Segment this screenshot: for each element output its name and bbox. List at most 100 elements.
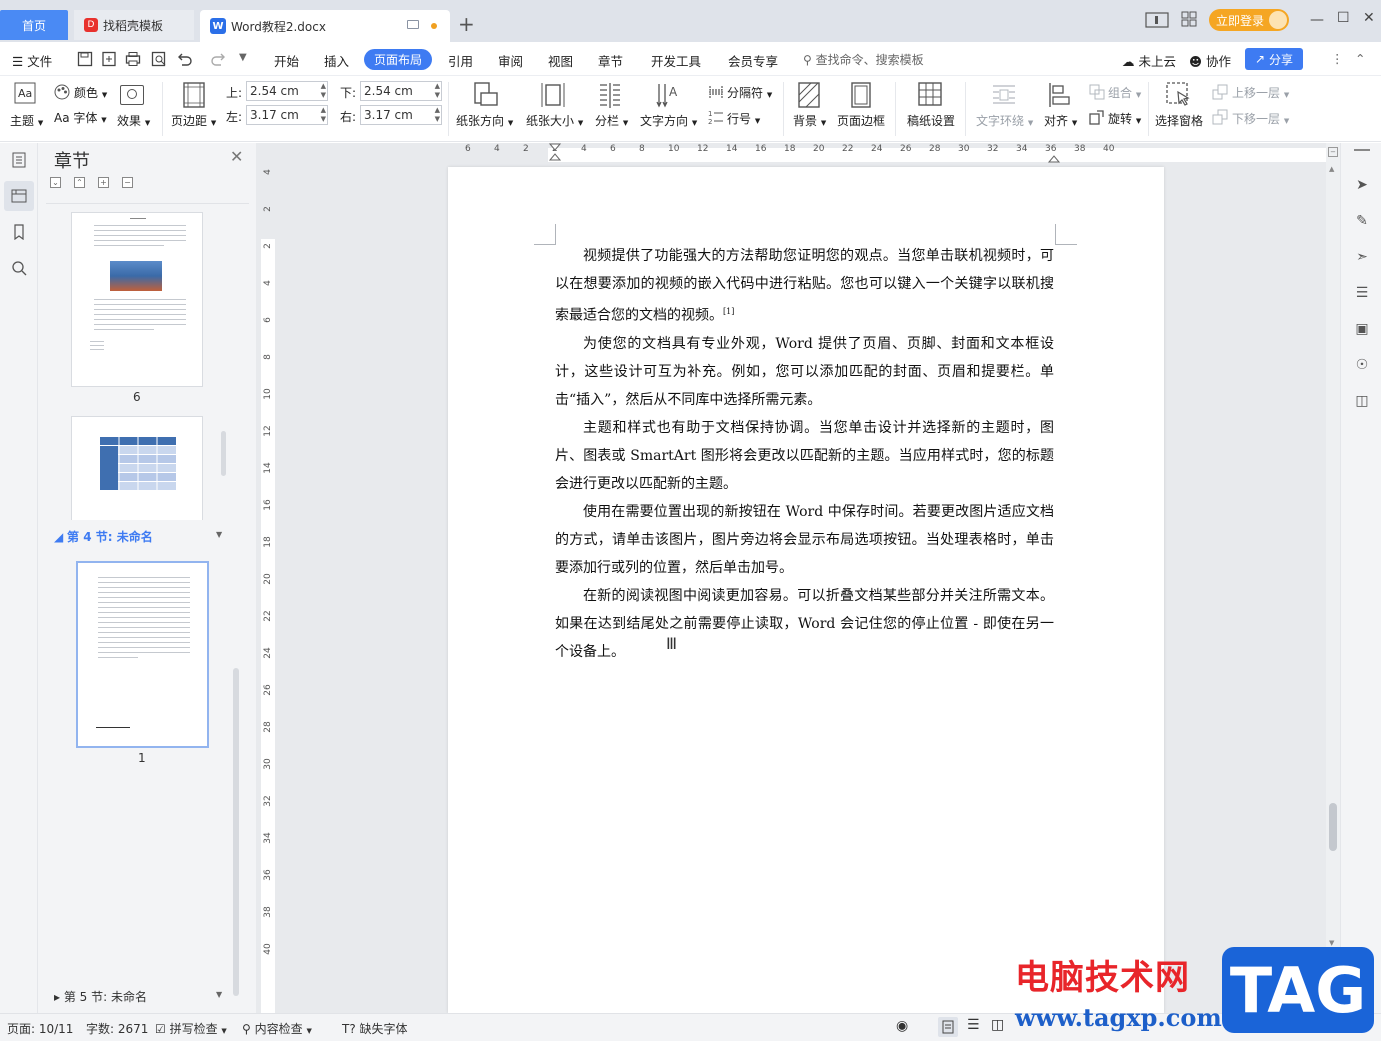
undo-icon[interactable] [176, 51, 192, 67]
tab-references[interactable]: 引用 [448, 51, 473, 70]
spinner-icon[interactable]: ▲ ▼ [321, 106, 326, 124]
eye-protection-icon[interactable]: ◉ [896, 1018, 908, 1034]
colors-palette-icon[interactable] [54, 84, 70, 100]
breaks-icon[interactable] [708, 84, 724, 100]
page-thumbnail[interactable] [71, 212, 203, 387]
selection-pane-icon[interactable] [1166, 82, 1192, 108]
paragraph[interactable]: 视频提供了功能强大的方法帮助您证明您的观点。当您单击联机视频时，可以在想要添加的… [555, 242, 1054, 330]
text-direction-button[interactable]: 文字方向 ▼ [640, 112, 697, 129]
left-margin-input[interactable]: 3.17 cm ▲ ▼ [246, 105, 328, 125]
image-tools-icon[interactable]: ▣ [1352, 319, 1372, 339]
book-icon[interactable]: ◫ [1352, 391, 1372, 411]
manuscript-button[interactable]: 稿纸设置 [907, 112, 955, 129]
selection-pane-button[interactable]: 选择窗格 [1155, 112, 1203, 129]
login-button[interactable]: 立即登录 [1209, 9, 1289, 31]
panel-close-icon[interactable]: ✕ [230, 147, 243, 166]
scroll-up-icon[interactable]: ▲ [1329, 165, 1334, 173]
text-direction-icon[interactable]: A [655, 82, 681, 108]
paragraph[interactable]: 主题和样式也有助于文档保持协调。当您单击设计并选择新的主题时，图片、图表或 Sm… [555, 414, 1054, 498]
chapter-nav-icon[interactable] [4, 181, 34, 211]
pane-handle-icon[interactable] [1354, 149, 1370, 151]
horizontal-ruler[interactable]: 642246810121416182022242628303234363840 [282, 143, 1334, 165]
page-view-icon[interactable] [938, 1017, 958, 1037]
close-icon[interactable]: ✕ [1363, 10, 1375, 26]
tab-insert[interactable]: 插入 [324, 51, 349, 70]
tab-chapter[interactable]: 章节 [598, 51, 623, 70]
columns-icon[interactable] [598, 82, 622, 108]
tab-start[interactable]: 开始 [274, 51, 299, 70]
section-5-header[interactable]: ▸ 第 5 节: 未命名 [54, 988, 147, 1005]
manuscript-icon[interactable] [918, 82, 942, 106]
remove-section-icon[interactable]: − [122, 177, 133, 188]
line-numbers-button[interactable]: 行号 ▼ [727, 110, 760, 127]
tab-review[interactable]: 审阅 [498, 51, 523, 70]
panel-scrollbar[interactable] [233, 668, 239, 996]
right-indent-marker-icon[interactable] [1048, 149, 1060, 163]
export-pdf-icon[interactable] [101, 51, 117, 67]
add-section-icon[interactable]: + [98, 177, 109, 188]
paragraph[interactable]: 在新的阅读视图中阅读更加容易。可以折叠文档某些部分并关注所需文本。如果在达到结尾… [555, 582, 1054, 666]
scrollbar-thumb[interactable] [1329, 803, 1337, 851]
scroll-down-icon[interactable]: ▼ [1329, 939, 1334, 947]
tab-page-layout[interactable]: 页面布局 [364, 49, 432, 70]
page-border-icon[interactable] [851, 82, 871, 108]
section-4-dropdown-icon[interactable]: ▼ [216, 530, 222, 539]
search-icon[interactable] [4, 253, 34, 283]
columns-button[interactable]: 分栏 ▼ [595, 112, 628, 129]
background-button[interactable]: 背景 ▼ [793, 112, 826, 129]
rotate-button[interactable]: 旋转 ▼ [1108, 110, 1141, 127]
document-body[interactable]: 视频提供了功能强大的方法帮助您证明您的观点。当您单击联机视频时，可以在想要添加的… [555, 242, 1054, 666]
spinner-icon[interactable]: ▲ ▼ [435, 82, 440, 100]
right-margin-input[interactable]: 3.17 cm ▲ ▼ [360, 105, 442, 125]
minimize-icon[interactable]: — [1310, 12, 1324, 28]
align-icon[interactable] [1048, 82, 1072, 108]
breaks-button[interactable]: 分隔符 ▼ [727, 84, 772, 101]
file-menu[interactable]: ☰ 文件 [12, 51, 52, 70]
tab-document[interactable]: W Word教程2.docx [200, 10, 450, 42]
word-count[interactable]: 字数: 2671 [86, 1020, 148, 1037]
pen-icon[interactable]: ✎ [1352, 211, 1372, 231]
line-numbers-icon[interactable]: 12 [708, 109, 724, 125]
more-icon[interactable]: ⋮ [1331, 51, 1344, 66]
location-icon[interactable]: ☉ [1352, 355, 1372, 375]
orientation-icon[interactable] [472, 82, 498, 108]
orientation-button[interactable]: 纸张方向 ▼ [456, 112, 513, 129]
paragraph[interactable]: 使用在需要位置出现的新按钮在 Word 中保存时间。若要更改图片适应文档的方式，… [555, 498, 1054, 582]
theme-button[interactable]: 主题 ▼ [10, 112, 43, 129]
tab-view[interactable]: 视图 [548, 51, 573, 70]
maximize-icon[interactable]: ☐ [1337, 10, 1350, 26]
outline-icon[interactable] [4, 145, 34, 175]
colors-button[interactable]: 颜色 ▼ [74, 84, 107, 101]
outline-view-icon[interactable]: ☰ [967, 1017, 980, 1033]
tab-member[interactable]: 会员专享 [728, 51, 778, 70]
rotate-icon[interactable] [1089, 109, 1105, 125]
apps-grid-icon[interactable] [1181, 11, 1197, 27]
scroll-top-icon[interactable]: − [1328, 147, 1338, 157]
page-thumbnail[interactable] [71, 416, 203, 520]
tab-docer-templates[interactable]: D 找稻壳模板 [74, 10, 194, 40]
content-check-button[interactable]: ⚲ 内容检查 ▼ [242, 1020, 312, 1037]
quick-access-dropdown-icon[interactable]: ▼ [239, 52, 247, 63]
reading-view-icon[interactable]: ◫ [991, 1017, 1004, 1033]
paper-size-icon[interactable] [541, 82, 565, 108]
spellcheck-button[interactable]: ☑ 拼写检查 ▼ [155, 1020, 227, 1037]
fonts-button[interactable]: Aa 字体 ▼ [54, 109, 107, 126]
spinner-icon[interactable]: ▲ ▼ [321, 82, 326, 100]
print-icon[interactable] [125, 51, 141, 67]
page-count[interactable]: 页面: 10/11 [7, 1020, 73, 1037]
section-5-dropdown-icon[interactable]: ▼ [216, 990, 222, 999]
new-tab-button[interactable]: + [458, 12, 475, 36]
monitor-icon[interactable] [407, 20, 419, 29]
document-scrollbar[interactable]: − ▲ ▼ [1326, 143, 1340, 1013]
cloud-status[interactable]: ☁ 未上云 [1122, 51, 1176, 70]
print-preview-icon[interactable] [151, 51, 167, 67]
collapse-all-icon[interactable]: ⌄ [50, 177, 61, 188]
collapse-ribbon-icon[interactable]: ⌃ [1355, 51, 1365, 66]
redo-icon[interactable] [211, 51, 227, 67]
paragraph[interactable]: 为使您的文档具有专业外观，Word 提供了页眉、页脚、封面和文本框设计，这些设计… [555, 330, 1054, 414]
missing-fonts-button[interactable]: T? 缺失字体 [342, 1020, 408, 1037]
cursor-select-icon[interactable]: ➣ [1352, 247, 1372, 267]
expand-up-icon[interactable]: ⌃ [74, 177, 85, 188]
thumb-scrollbar[interactable] [221, 431, 226, 476]
margins-icon[interactable] [183, 82, 205, 108]
